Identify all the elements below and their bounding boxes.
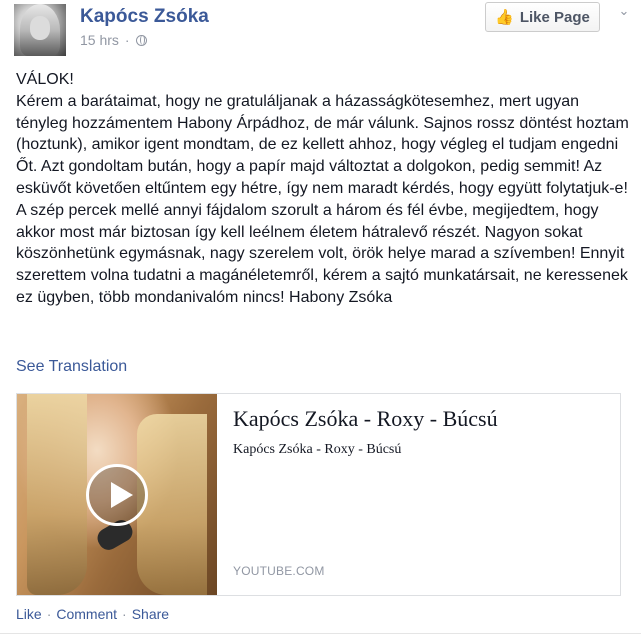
video-thumbnail[interactable] <box>17 394 217 595</box>
post-timestamp[interactable]: 15 hrs <box>80 32 119 48</box>
globe-icon[interactable] <box>135 34 147 46</box>
like-page-label: Like Page <box>519 8 590 26</box>
post-body: VÁLOK! Kérem a barátaimat, hogy ne gratu… <box>16 69 631 309</box>
action-separator: · <box>122 606 127 622</box>
thumbnail-hair-right <box>137 414 207 595</box>
share-link[interactable]: Share <box>132 606 169 622</box>
link-card-source: YOUTUBE.COM <box>233 564 325 578</box>
facebook-post: Kapócs Zsóka 15 hrs · 👍 Like Page ⌄ VÁLO… <box>0 0 641 639</box>
see-translation-link[interactable]: See Translation <box>16 358 127 376</box>
post-heading: VÁLOK! <box>16 71 74 88</box>
page-name-link[interactable]: Kapócs Zsóka <box>80 6 209 28</box>
page-avatar[interactable] <box>14 4 66 56</box>
comment-link[interactable]: Comment <box>56 606 117 622</box>
chevron-down-icon[interactable]: ⌄ <box>615 2 633 20</box>
post-divider <box>0 633 641 634</box>
avatar-face <box>30 16 50 40</box>
meta-separator: · <box>124 32 130 48</box>
link-card-title[interactable]: Kapócs Zsóka - Roxy - Búcsú <box>233 406 498 432</box>
play-icon[interactable] <box>86 464 148 526</box>
thumbnail-hair-left <box>27 394 87 595</box>
post-message: Kérem a barátaimat, hogy ne gratuláljana… <box>16 92 629 306</box>
like-page-button[interactable]: 👍 Like Page <box>485 2 600 32</box>
link-preview-card[interactable]: Kapócs Zsóka - Roxy - Búcsú Kapócs Zsóka… <box>16 393 621 596</box>
link-card-description: Kapócs Zsóka - Roxy - Búcsú <box>233 442 402 457</box>
like-link[interactable]: Like <box>16 606 42 622</box>
post-actions: Like · Comment · Share <box>16 606 169 622</box>
thumbs-up-icon: 👍 <box>495 9 514 26</box>
post-meta: 15 hrs · <box>80 32 147 48</box>
action-separator: · <box>46 606 52 622</box>
